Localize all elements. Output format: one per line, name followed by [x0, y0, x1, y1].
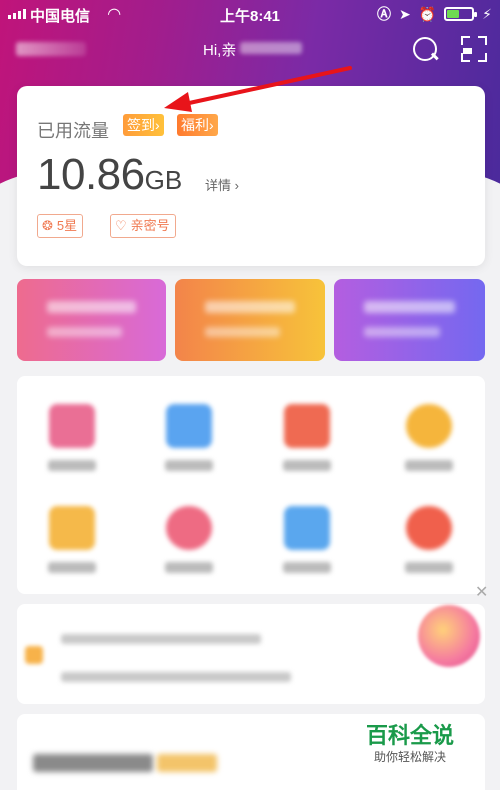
greeting-text: Hi,亲: [203, 42, 237, 59]
location-icon: ➤: [398, 5, 411, 22]
qinmi-chip[interactable]: ♡ 亲密号: [110, 214, 176, 238]
service-icon: [284, 404, 330, 448]
service-item-1[interactable]: [22, 404, 122, 471]
usage-amount: 10.86GB: [37, 150, 182, 200]
battery-icon: [444, 7, 478, 21]
detail-link[interactable]: 详情 ›: [205, 175, 239, 194]
service-item-8[interactable]: [379, 506, 479, 573]
service-icon: [49, 506, 95, 550]
service-icon: [49, 404, 95, 448]
service-item-6[interactable]: [139, 506, 239, 573]
star-level-chip[interactable]: ❂ 5星: [37, 214, 84, 238]
location-selector[interactable]: [16, 42, 86, 56]
orientation-lock-icon: Ⓐ: [376, 6, 391, 22]
red-arrow-annotation: [164, 66, 352, 112]
usage-unit: GB: [144, 165, 183, 195]
usage-label: 已用流量: [37, 121, 109, 141]
status-bar: 中国电信 ◠ 上午8:41 Ⓐ ➤ ⏰ ⚡: [0, 0, 500, 28]
service-icon: [166, 404, 212, 448]
user-name-blurred: [240, 42, 302, 54]
service-icon: [406, 404, 452, 448]
service-item-4[interactable]: [379, 404, 479, 471]
service-grid: [17, 376, 485, 594]
service-icon: [284, 506, 330, 550]
service-item-7[interactable]: [257, 506, 357, 573]
search-icon[interactable]: [410, 34, 440, 64]
service-icon: [406, 506, 452, 550]
alarm-icon: ⏰: [418, 5, 437, 22]
notice-line-1: [61, 634, 261, 644]
service-item-3[interactable]: [257, 404, 357, 471]
scan-icon[interactable]: [459, 34, 489, 64]
heart-icon: ♡: [115, 218, 127, 233]
notice-icon: [25, 646, 43, 664]
notice-line-2: [61, 672, 291, 682]
service-icon: [166, 506, 212, 550]
service-item-5[interactable]: [22, 506, 122, 573]
close-icon[interactable]: ✕: [475, 582, 488, 602]
floating-activity-badge[interactable]: [418, 605, 480, 667]
watermark-logo: 百科全说 助你轻松解决: [350, 714, 470, 774]
section-tag-blurred: [157, 754, 217, 772]
notice-panel[interactable]: [17, 604, 485, 704]
charging-icon: ⚡: [482, 5, 492, 22]
promo-banner-3[interactable]: [334, 279, 485, 361]
service-item-2[interactable]: [139, 404, 239, 471]
star-icon: ❂: [42, 218, 53, 233]
usage-value: 10.86: [37, 150, 145, 199]
promo-banner-1[interactable]: [17, 279, 166, 361]
section-title-blurred: [33, 754, 153, 772]
promo-banner-2[interactable]: [175, 279, 325, 361]
